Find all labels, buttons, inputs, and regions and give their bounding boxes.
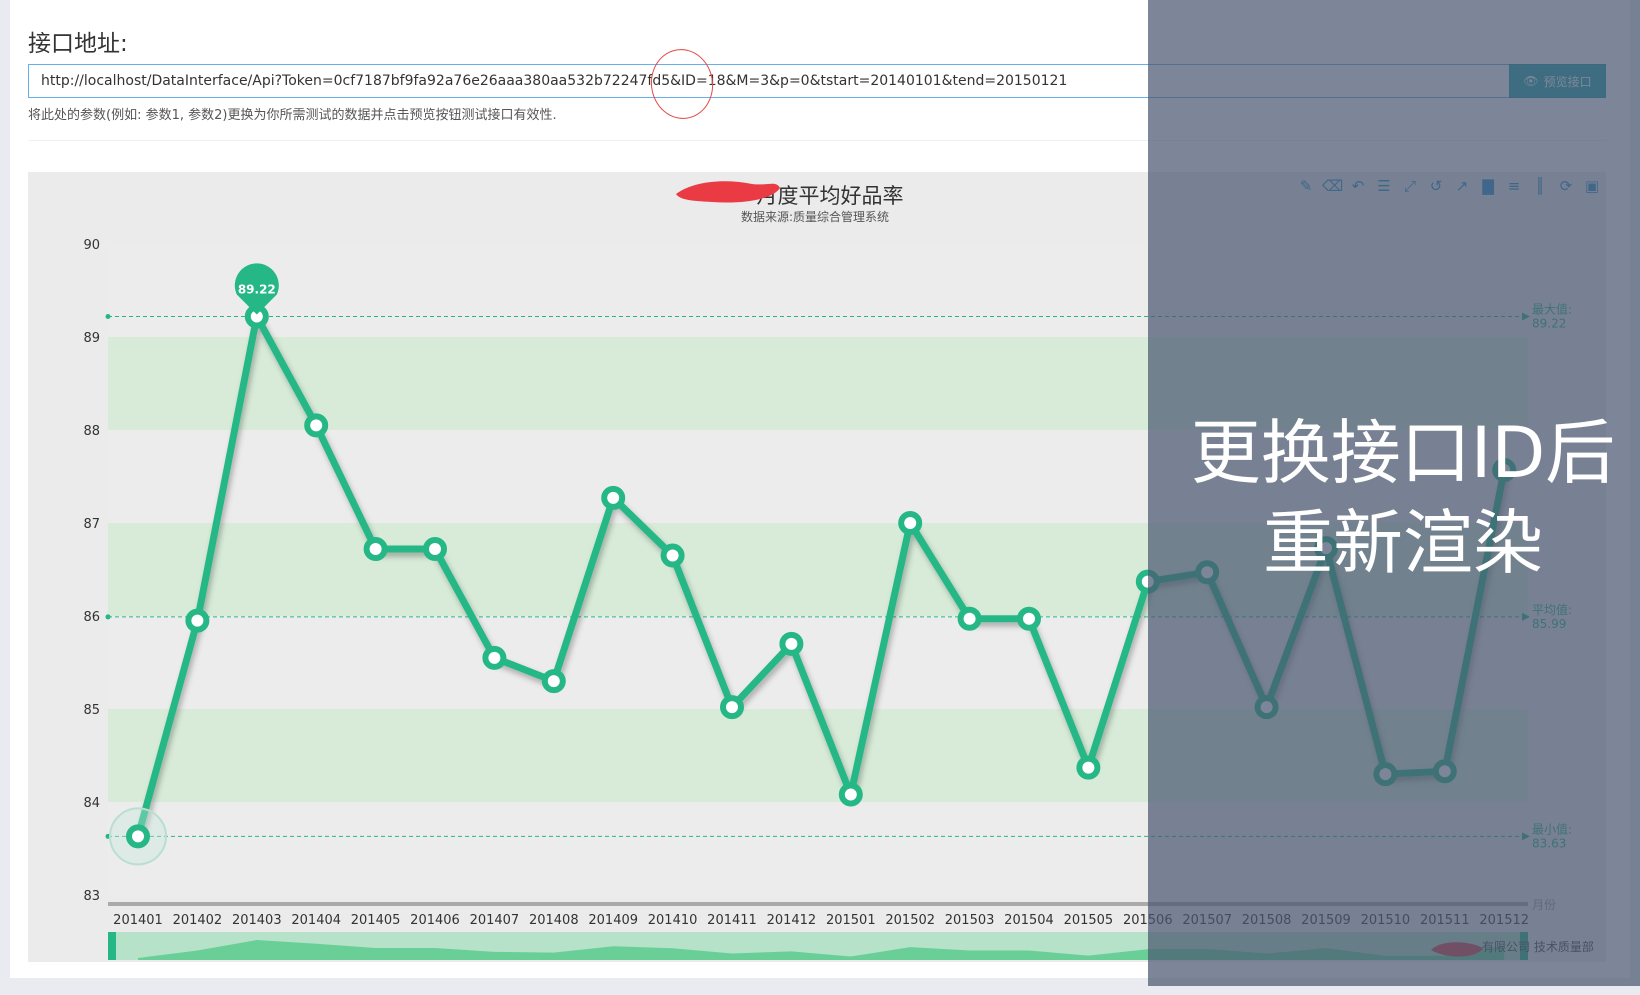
bar-chart-icon[interactable]: ▇: [1478, 176, 1498, 196]
x-tick-label: 201510: [1361, 913, 1411, 928]
max-pin-label: 89.22: [238, 283, 276, 297]
data-point-201405: [363, 537, 388, 562]
footer-credit: 有限公司 技术质量部: [1482, 940, 1594, 954]
zoom-icon[interactable]: ⤢: [1400, 176, 1420, 196]
line-chart-icon[interactable]: ↗: [1452, 176, 1472, 196]
data-point-201508: [1254, 695, 1279, 720]
data-point-201501: [838, 782, 863, 807]
x-tick-label: 201408: [529, 913, 579, 928]
average-mark-label: 平均值:: [1532, 602, 1572, 617]
x-tick-label: 201511: [1420, 913, 1470, 928]
data-point-201503: [957, 606, 982, 631]
data-point-201406: [423, 537, 447, 562]
data-point-201412: [779, 631, 804, 656]
x-tick-label: 201409: [588, 913, 638, 928]
chart-subtitle: 数据来源:质量综合管理系统: [740, 210, 890, 224]
x-tick-label: 201501: [826, 913, 876, 928]
max-mark-value: 89.22: [1532, 317, 1566, 331]
data-point-201410: [660, 543, 685, 568]
y-tick-label: 84: [83, 796, 100, 811]
restore-zoom-icon[interactable]: ↺: [1426, 176, 1446, 196]
x-axis-name: 月份: [1532, 898, 1556, 912]
x-tick-label: 201404: [291, 913, 341, 928]
min-mark-value: 83.63: [1532, 836, 1566, 850]
data-point-201408: [541, 669, 566, 694]
refresh-icon[interactable]: ⟳: [1556, 176, 1576, 196]
data-point-201402: [185, 608, 210, 633]
x-tick-label: 201509: [1301, 913, 1351, 928]
footer-redaction-scribble: [1431, 942, 1483, 957]
split-area-band: [108, 244, 1528, 337]
y-tick-label: 90: [83, 238, 100, 253]
min-mark-label: 最小值:: [1532, 821, 1572, 836]
x-tick-label: 201502: [885, 913, 935, 928]
y-tick-label: 87: [83, 517, 100, 532]
line-chart: 8384858687888990 最大值:89.22平均值:85.99最小值:8…: [83, 238, 1572, 960]
average-mark-start: [105, 614, 111, 620]
zoom-handle-left[interactable]: [108, 932, 116, 960]
y-tick-label: 83: [83, 889, 100, 904]
undo-icon[interactable]: ↶: [1348, 176, 1368, 196]
x-tick-label: 201401: [113, 913, 163, 928]
chart-toolbar: ✎ ⌫ ↶ ☰ ⤢ ↺ ↗ ▇ ≡ ║ ⟳ ▣: [1296, 176, 1602, 196]
stack-icon[interactable]: ≡: [1504, 176, 1524, 196]
x-tick-label: 201403: [232, 913, 282, 928]
x-tick-label: 201503: [945, 913, 995, 928]
x-tick-label: 201411: [707, 913, 757, 928]
max-mark-start: [105, 314, 111, 320]
tiled-icon[interactable]: ║: [1530, 176, 1550, 196]
eraser-icon[interactable]: ⌫: [1322, 176, 1343, 196]
data-point-201506: [1135, 569, 1160, 594]
data-point-201407: [482, 645, 507, 670]
data-point-201504: [1017, 606, 1041, 631]
data-view-icon[interactable]: ☰: [1374, 176, 1394, 196]
x-tick-label: 201410: [648, 913, 698, 928]
x-tick-label: 201506: [1123, 913, 1173, 928]
y-tick-label: 85: [83, 703, 100, 718]
max-mark-label: 最大值:: [1532, 302, 1572, 317]
pencil-icon[interactable]: ✎: [1296, 176, 1316, 196]
data-point-201404: [304, 413, 329, 438]
data-point-201507: [1195, 560, 1220, 585]
split-area-band: [108, 802, 1528, 895]
y-tick-label: 86: [83, 610, 100, 625]
data-point-201401: [126, 824, 150, 849]
save-icon[interactable]: ▣: [1582, 176, 1602, 196]
average-mark-value: 85.99: [1532, 617, 1566, 631]
split-area-band: [108, 709, 1528, 802]
x-tick-label: 201406: [410, 913, 460, 928]
data-point-201509: [1314, 536, 1338, 561]
x-tick-label: 201507: [1182, 913, 1232, 928]
data-point-201502: [898, 511, 923, 535]
data-point-201409: [601, 485, 626, 510]
x-tick-label: 201504: [1004, 913, 1054, 928]
x-tick-label: 201402: [173, 913, 223, 928]
x-tick-label: 201508: [1242, 913, 1292, 928]
data-point-201505: [1076, 755, 1101, 780]
x-tick-label: 201405: [351, 913, 401, 928]
data-point-201510: [1373, 762, 1398, 787]
split-area-band: [108, 430, 1528, 523]
y-tick-label: 89: [83, 331, 100, 346]
x-tick-label: 201407: [470, 913, 520, 928]
y-tick-label: 88: [83, 424, 100, 439]
redaction-scribble: [676, 181, 780, 203]
data-point-201512: [1492, 457, 1517, 482]
x-tick-label: 201412: [767, 913, 817, 928]
x-tick-label: 201512: [1479, 913, 1529, 928]
split-area-band: [108, 616, 1528, 709]
data-point-201411: [720, 695, 744, 720]
x-tick-label: 201505: [1064, 913, 1114, 928]
data-point-201511: [1432, 759, 1457, 784]
